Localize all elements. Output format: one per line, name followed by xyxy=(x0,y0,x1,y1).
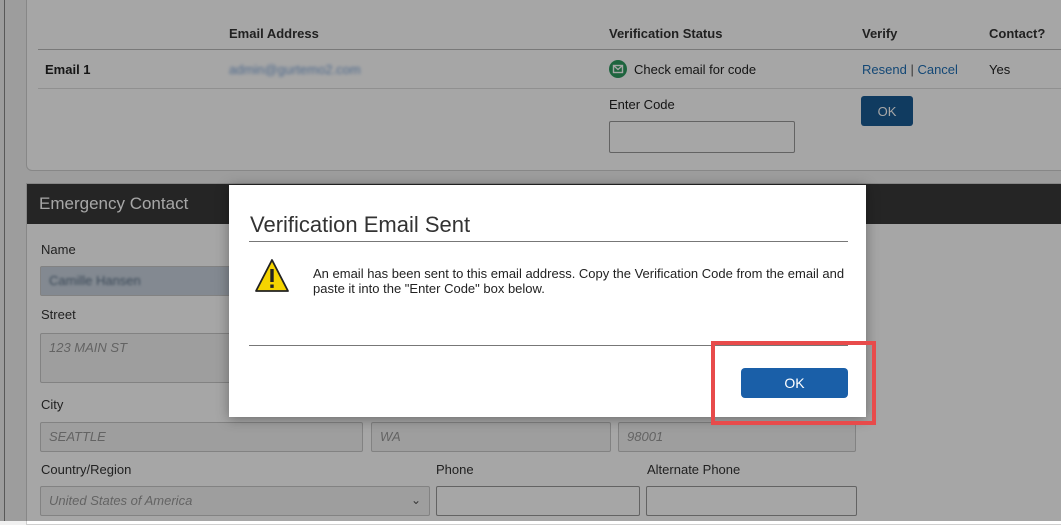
modal-title: Verification Email Sent xyxy=(250,212,471,237)
modal-message: An email has been sent to this email add… xyxy=(313,266,845,296)
ok-button-highlight xyxy=(711,341,876,425)
modal-title-divider xyxy=(249,241,848,242)
warning-icon xyxy=(255,259,289,292)
